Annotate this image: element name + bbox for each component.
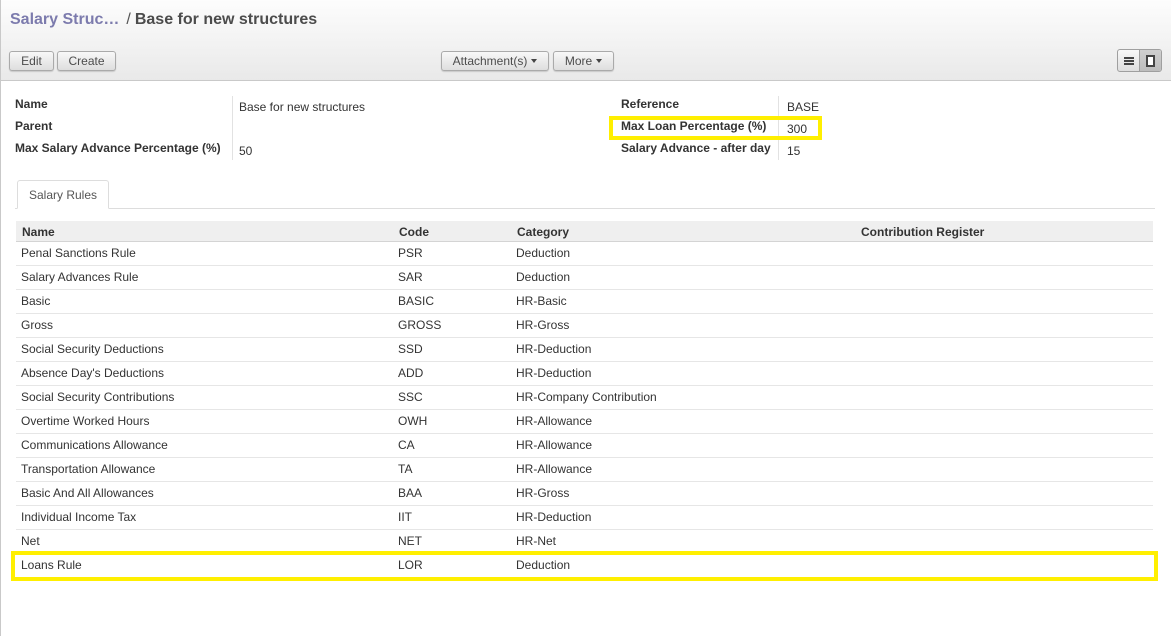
rule-code-cell: OWH <box>398 414 428 428</box>
table-row[interactable]: Overtime Worked Hours OWH HR-Allowance <box>16 410 1153 434</box>
notebook-tab-bar <box>15 208 1155 209</box>
rule-name-cell: Net <box>21 534 40 548</box>
rule-code-cell: PSR <box>398 246 423 260</box>
salary-advance-after-day-label: Salary Advance - after day <box>621 141 771 155</box>
table-row[interactable]: Basic And All Allowances BAA HR-Gross <box>16 482 1153 506</box>
column-header-contribution-register[interactable]: Contribution Register <box>861 225 984 239</box>
rule-name-cell: Penal Sanctions Rule <box>21 246 136 260</box>
rule-category-cell: HR-Allowance <box>516 438 593 452</box>
tab-salary-rules[interactable]: Salary Rules <box>17 180 109 209</box>
rule-code-cell: IIT <box>398 510 412 524</box>
rule-code-cell: SSD <box>398 342 423 356</box>
create-button[interactable]: Create <box>57 51 116 71</box>
column-header-name[interactable]: Name <box>22 225 55 239</box>
attachments-dropdown[interactable]: Attachment(s) <box>441 51 549 71</box>
table-row[interactable]: Transportation Allowance TA HR-Allowance <box>16 458 1153 482</box>
table-row[interactable]: Penal Sanctions Rule PSR Deduction <box>16 242 1153 266</box>
rule-category-cell: HR-Allowance <box>516 414 593 428</box>
rule-code-cell: ADD <box>398 366 424 380</box>
view-switcher <box>1117 49 1162 72</box>
rule-category-cell: Deduction <box>516 246 571 260</box>
rule-name-cell: Social Security Contributions <box>21 390 175 404</box>
tab-salary-rules-label: Salary Rules <box>28 187 98 202</box>
table-row[interactable]: Basic BASIC HR-Basic <box>16 290 1153 314</box>
table-header: Name Code Category Contribution Register <box>16 221 1153 242</box>
salary-rules-table-body: Penal Sanctions Rule PSR Deduction Salary A… <box>16 242 1153 578</box>
table-row[interactable]: Social Security Contributions SSC HR-Compa… <box>16 386 1153 410</box>
more-dropdown[interactable]: More <box>553 51 614 71</box>
control-panel: Salary Struc… / Base for new structures Ed… <box>1 0 1171 81</box>
rule-code-cell: SAR <box>398 270 423 284</box>
page-title: Base for new structures <box>134 11 318 28</box>
reference-label: Reference <box>621 97 680 111</box>
salary-advance-after-day-value: 15 <box>787 144 801 158</box>
rule-category-cell: HR-Deduction <box>516 342 592 356</box>
name-label: Name <box>15 97 48 111</box>
form-view-button[interactable] <box>1139 50 1161 71</box>
create-button-label: Create <box>68 54 105 68</box>
rule-name-cell: Salary Advances Rule <box>21 270 139 284</box>
name-value: Base for new structures <box>239 100 366 114</box>
caret-down-icon <box>596 59 603 63</box>
rule-category-cell: HR-Basic <box>516 294 567 308</box>
max-loan-highlight-box <box>609 116 822 140</box>
table-row[interactable]: Individual Income Tax IIT HR-Deduction <box>16 506 1153 530</box>
caret-down-icon <box>531 59 538 63</box>
rule-name-cell: Gross <box>21 318 54 332</box>
table-row[interactable]: Gross GROSS HR-Gross <box>16 314 1153 338</box>
rule-code-cell: BASIC <box>398 294 435 308</box>
breadcrumb-separator: / <box>126 11 131 28</box>
rule-code-cell: BAA <box>398 486 423 500</box>
rule-code-cell: CA <box>398 438 415 452</box>
edit-button-label: Edit <box>21 54 42 68</box>
rule-name-cell: Social Security Deductions <box>21 342 164 356</box>
rule-name-cell: Individual Income Tax <box>21 510 137 524</box>
breadcrumb-parent-link[interactable]: Salary Struc… <box>10 11 119 28</box>
table-row[interactable]: Social Security Deductions SSD HR-Deductio… <box>16 338 1153 362</box>
rule-category-cell: HR-Net <box>516 534 557 548</box>
column-header-category[interactable]: Category <box>517 225 569 239</box>
rule-category-cell: HR-Gross <box>516 318 570 332</box>
table-row[interactable]: Absence Day's Deductions ADD HR-Deduction <box>16 362 1153 386</box>
rule-name-cell: Basic And All Allowances <box>21 486 154 500</box>
max-salary-advance-label: Max Salary Advance Percentage (%) <box>15 141 221 155</box>
rule-code-cell: GROSS <box>398 318 442 332</box>
field-divider <box>232 96 233 160</box>
list-view-button[interactable] <box>1118 50 1139 71</box>
table-row[interactable]: Salary Advances Rule SAR Deduction <box>16 266 1153 290</box>
list-view-icon <box>1123 56 1134 65</box>
rule-category-cell: HR-Deduction <box>516 510 592 524</box>
rule-code-cell: NET <box>398 534 422 548</box>
reference-value: BASE <box>787 100 820 114</box>
rule-name-cell: Overtime Worked Hours <box>21 414 150 428</box>
rule-category-cell: HR-Gross <box>516 486 570 500</box>
rule-category-cell: HR-Company Contribution <box>516 390 657 404</box>
rule-code-cell: TA <box>398 462 413 476</box>
edit-button[interactable]: Edit <box>9 51 54 71</box>
rule-code-cell: SSC <box>398 390 423 404</box>
rule-name-cell: Transportation Allowance <box>21 462 156 476</box>
rule-category-cell: Deduction <box>516 270 571 284</box>
max-salary-advance-value: 50 <box>239 144 253 158</box>
rule-name-cell: Absence Day's Deductions <box>21 366 165 380</box>
attachments-label: Attachment(s) <box>452 54 528 68</box>
breadcrumb: Salary Struc… / Base for new structures <box>10 11 317 29</box>
rule-name-cell: Basic <box>21 294 51 308</box>
loans-rule-highlight-box <box>11 551 1158 581</box>
parent-label: Parent <box>15 119 53 133</box>
form-view-icon <box>1146 54 1155 67</box>
more-label: More <box>564 54 593 68</box>
table-row[interactable]: Communications Allowance CA HR-Allowance <box>16 434 1153 458</box>
rule-category-cell: HR-Allowance <box>516 462 593 476</box>
rule-name-cell: Communications Allowance <box>21 438 168 452</box>
rule-category-cell: HR-Deduction <box>516 366 592 380</box>
column-header-code[interactable]: Code <box>399 225 429 239</box>
